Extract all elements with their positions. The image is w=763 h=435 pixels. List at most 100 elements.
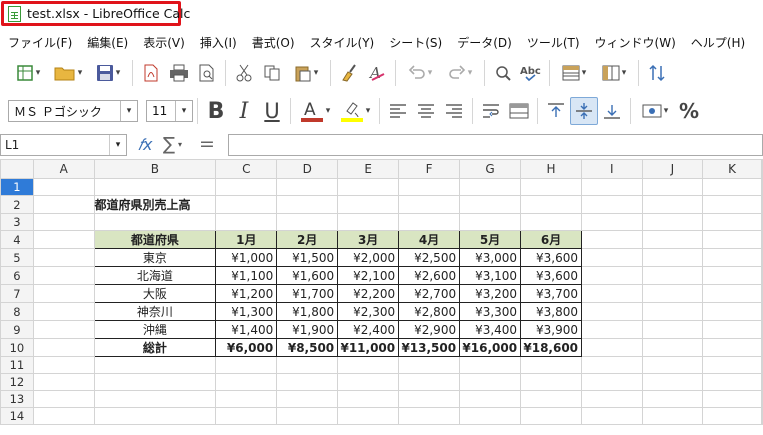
sales-cell[interactable]: ¥2,900 (398, 320, 461, 339)
cell[interactable] (702, 213, 762, 231)
column-header-h[interactable]: H (520, 159, 583, 179)
cell[interactable] (581, 373, 643, 391)
row-header-12[interactable]: 12 (0, 373, 34, 391)
cell[interactable] (520, 407, 583, 425)
percent-button[interactable]: % (675, 97, 703, 125)
row-header-14[interactable]: 14 (0, 407, 34, 425)
new-sheet-button[interactable]: ▾ (8, 59, 48, 87)
cell[interactable] (641, 373, 704, 391)
cell[interactable] (337, 195, 400, 214)
cell[interactable] (702, 248, 762, 267)
font-color-button[interactable]: A ▾ (295, 97, 335, 125)
paste-button[interactable]: ▾ (286, 59, 326, 87)
sales-cell[interactable]: ¥3,200 (459, 284, 522, 303)
cell[interactable] (761, 266, 763, 285)
cell[interactable] (641, 320, 704, 339)
cell[interactable] (641, 195, 704, 214)
sales-cell[interactable]: ¥3,400 (459, 320, 522, 339)
cell[interactable] (32, 195, 95, 214)
sum-icon[interactable]: ∑ (163, 134, 175, 155)
sales-cell[interactable]: ¥2,100 (337, 266, 400, 285)
prefecture-cell[interactable]: 神奈川 (93, 302, 217, 321)
cell[interactable] (702, 302, 762, 321)
table-header-month[interactable]: 3月 (337, 230, 400, 249)
total-cell[interactable]: ¥13,500 (398, 338, 461, 357)
prefecture-cell[interactable]: 北海道 (93, 266, 217, 285)
cell[interactable] (337, 356, 400, 374)
cell[interactable] (520, 178, 583, 196)
align-bottom-button[interactable] (598, 97, 626, 125)
table-header-month[interactable]: 5月 (459, 230, 522, 249)
cell[interactable] (702, 195, 762, 214)
table-header-month[interactable]: 6月 (520, 230, 583, 249)
menu-styles[interactable]: スタイル(Y) (302, 34, 382, 51)
sales-cell[interactable]: ¥2,400 (337, 320, 400, 339)
row-header-8[interactable]: 8 (0, 302, 34, 321)
spellcheck-button[interactable]: Abc (517, 59, 545, 87)
cell[interactable] (761, 338, 763, 357)
cell[interactable] (581, 178, 643, 196)
prefecture-cell[interactable]: 沖縄 (93, 320, 217, 339)
cell[interactable] (93, 178, 217, 196)
cell[interactable] (581, 320, 643, 339)
cell[interactable] (32, 302, 95, 321)
cell[interactable] (641, 284, 704, 303)
cell[interactable] (276, 178, 339, 196)
cell[interactable] (32, 373, 95, 391)
undo-button[interactable]: ▾ (400, 59, 440, 87)
sales-cell[interactable]: ¥3,600 (520, 248, 583, 267)
row-header-2[interactable]: 2 (0, 195, 34, 214)
function-wizard-icon[interactable]: 𝑓x (138, 135, 152, 155)
row-header-11[interactable]: 11 (0, 356, 34, 374)
merge-cells-button[interactable] (505, 97, 533, 125)
cell[interactable] (702, 266, 762, 285)
cell[interactable] (32, 178, 95, 196)
align-middle-button[interactable] (570, 97, 598, 125)
total-cell[interactable]: ¥18,600 (520, 338, 583, 357)
total-cell[interactable]: ¥11,000 (337, 338, 400, 357)
cell[interactable] (337, 178, 400, 196)
cell[interactable] (32, 213, 95, 231)
sales-cell[interactable]: ¥1,000 (215, 248, 278, 267)
cell[interactable] (459, 390, 522, 408)
cell[interactable] (93, 407, 217, 425)
cell[interactable] (581, 266, 643, 285)
menu-format[interactable]: 書式(O) (244, 34, 302, 51)
sales-cell[interactable]: ¥2,500 (398, 248, 461, 267)
cell[interactable] (32, 284, 95, 303)
cell[interactable] (581, 356, 643, 374)
cell[interactable] (581, 390, 643, 408)
cell[interactable] (32, 407, 95, 425)
cell[interactable] (215, 356, 278, 374)
cell[interactable] (32, 230, 95, 249)
prefecture-cell[interactable]: 大阪 (93, 284, 217, 303)
cell[interactable] (702, 284, 762, 303)
chevron-down-icon[interactable]: ▾ (175, 101, 192, 121)
column-header-g[interactable]: G (459, 159, 522, 179)
cell[interactable] (93, 356, 217, 374)
menu-window[interactable]: ウィンドウ(W) (587, 34, 683, 51)
cell[interactable] (32, 266, 95, 285)
row-header-9[interactable]: 9 (0, 320, 34, 339)
wrap-text-button[interactable] (477, 97, 505, 125)
cell[interactable] (581, 213, 643, 231)
redo-button[interactable]: ▾ (440, 59, 480, 87)
sales-cell[interactable]: ¥1,100 (215, 266, 278, 285)
column-header-e[interactable]: E (337, 159, 400, 179)
sales-cell[interactable]: ¥3,800 (520, 302, 583, 321)
cell[interactable] (761, 213, 763, 231)
sales-cell[interactable]: ¥1,200 (215, 284, 278, 303)
column-header-b[interactable]: B (93, 159, 217, 179)
table-header-month[interactable]: 1月 (215, 230, 278, 249)
cell[interactable] (761, 284, 763, 303)
cell[interactable] (215, 195, 278, 214)
row-header-10[interactable]: 10 (0, 338, 34, 357)
cell[interactable] (581, 284, 643, 303)
cell[interactable] (398, 356, 461, 374)
cell[interactable] (215, 178, 278, 196)
cell[interactable] (398, 407, 461, 425)
underline-button[interactable]: U (258, 97, 286, 125)
cell[interactable] (641, 407, 704, 425)
row-header-4[interactable]: 4 (0, 230, 34, 249)
table-header-month[interactable]: 4月 (398, 230, 461, 249)
